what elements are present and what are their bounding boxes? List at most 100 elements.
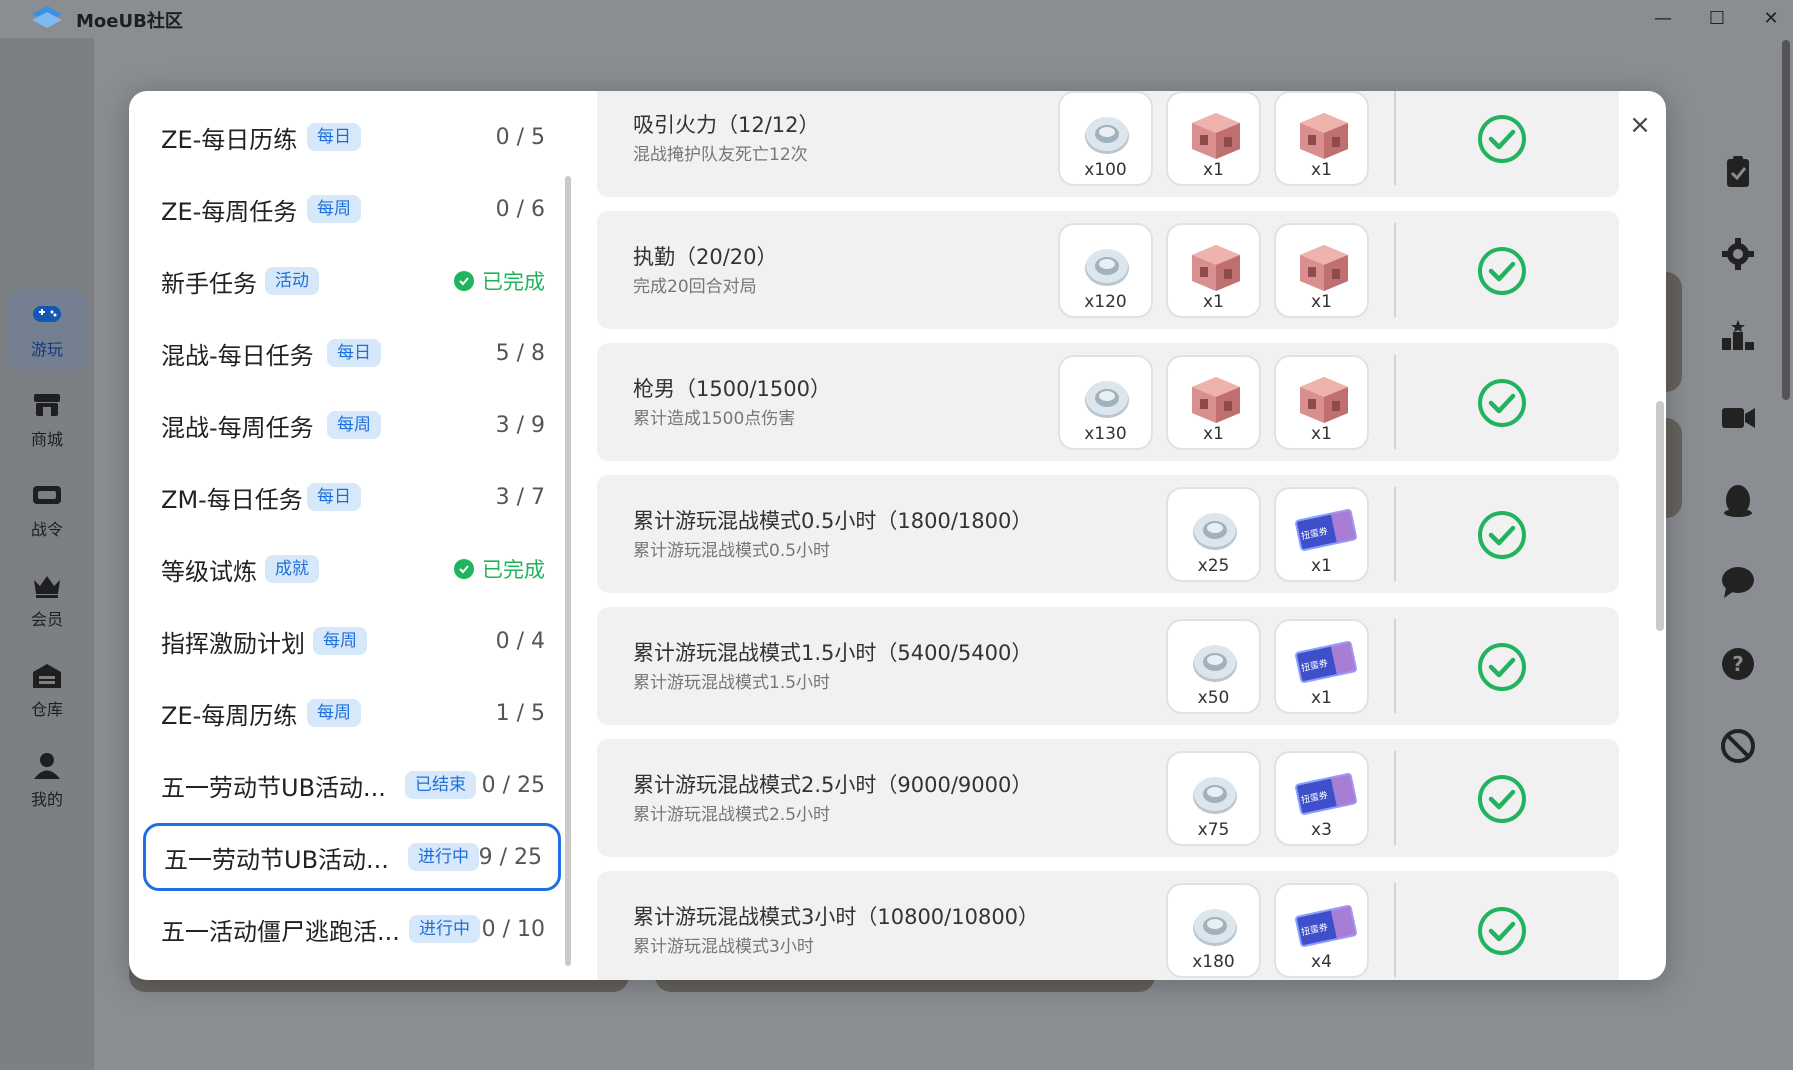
nav-item-label: 我的	[30, 790, 63, 809]
task-row: 累计游玩混战模式2.5小时（9000/9000） 累计游玩混战模式2.5小时 x75…	[597, 739, 1619, 857]
nav-item-4[interactable]: 仓库	[8, 650, 86, 730]
reward-item[interactable]: x1	[1274, 91, 1369, 186]
task-name: 指挥激励计划	[161, 629, 305, 658]
task-item[interactable]: ZE-每周任务 每周 0 / 6	[143, 175, 561, 243]
video-camera-icon[interactable]	[1716, 396, 1760, 440]
completed-check-icon	[1477, 114, 1527, 164]
task-item[interactable]: ZE-每日历练 每日 0 / 5	[143, 103, 561, 171]
reward-item[interactable]: 扭蛋券 x4	[1274, 883, 1369, 978]
nav-item-1[interactable]: 商城	[8, 380, 86, 460]
task-progress: 9 / 25	[478, 844, 542, 870]
help-icon[interactable]: ?	[1716, 642, 1760, 686]
task-item[interactable]: 五一劳动节UB活动... 已结束 0 / 25	[143, 751, 561, 819]
task-type-badge: 进行中	[408, 843, 479, 871]
leaderboard-icon[interactable]	[1716, 314, 1760, 358]
task-row: 累计游玩混战模式3小时（10800/10800） 累计游玩混战模式3小时 x180 扭…	[597, 871, 1619, 980]
nav-item-label: 游玩	[30, 340, 63, 359]
chat-bubble-icon[interactable]	[1716, 560, 1760, 604]
reward-quantity: x130	[1084, 424, 1127, 444]
task-type-badge: 每周	[307, 699, 361, 727]
reward-item[interactable]: 扭蛋券 x3	[1274, 751, 1369, 846]
task-detail-scrollbar[interactable]	[1656, 401, 1664, 631]
completed-check-icon	[1477, 246, 1527, 296]
task-type-badge: 活动	[265, 267, 319, 295]
task-item[interactable]: 混战-每日任务 每日 5 / 8	[143, 319, 561, 387]
task-item[interactable]: 混战-每周任务 每周 3 / 9	[143, 391, 561, 459]
maximize-button[interactable]: ☐	[1697, 4, 1737, 32]
task-item[interactable]: ZM-每日任务 每日 3 / 7	[143, 463, 561, 531]
task-item[interactable]: 新手任务 活动 已完成	[143, 247, 561, 315]
task-row-description: 累计游玩混战模式0.5小时	[633, 541, 831, 561]
nav-item-label: 仓库	[30, 700, 63, 719]
nav-item-2[interactable]: 战令	[8, 470, 86, 550]
nav-item-label: 战令	[30, 520, 63, 539]
task-row-description: 累计造成1500点伤害	[633, 409, 796, 429]
task-list-scrollbar[interactable]	[565, 176, 571, 966]
reward-item[interactable]: x75	[1166, 751, 1261, 846]
reward-item[interactable]: x180	[1166, 883, 1261, 978]
page-scrollbar[interactable]	[1782, 40, 1790, 400]
task-progress: 3 / 7	[495, 484, 545, 510]
task-row: 累计游玩混战模式0.5小时（1800/1800） 累计游玩混战模式0.5小时 x25…	[597, 475, 1619, 593]
nav-item-3[interactable]: 会员	[8, 560, 86, 640]
reward-item[interactable]: x25	[1166, 487, 1261, 582]
reward-item[interactable]: x1	[1166, 355, 1261, 450]
ban-icon[interactable]	[1716, 724, 1760, 768]
task-name: ZM-每日任务	[161, 485, 303, 514]
nav-item-5[interactable]: 我的	[8, 740, 86, 820]
task-item[interactable]: ZE-每周历练 每周 1 / 5	[143, 679, 561, 747]
task-row: 枪男（1500/1500） 累计造成1500点伤害 x130 x1 x1	[597, 343, 1619, 461]
reward-quantity: x1	[1311, 556, 1332, 576]
task-row-title: 吸引火力（12/12）	[633, 113, 820, 137]
task-progress: 0 / 6	[495, 196, 545, 222]
reward-item[interactable]: x50	[1166, 619, 1261, 714]
row-divider	[1394, 883, 1396, 977]
crown-icon	[34, 576, 60, 598]
reward-item[interactable]: x1	[1274, 355, 1369, 450]
task-name: ZE-每周任务	[161, 197, 298, 226]
close-modal-button[interactable]: ×	[1620, 105, 1660, 145]
reward-item[interactable]: x120	[1058, 223, 1153, 318]
gamepad-icon	[33, 306, 61, 322]
completed-check-icon	[1477, 906, 1527, 956]
reward-item[interactable]: x1	[1166, 223, 1261, 318]
task-row: 吸引火力（12/12） 混战掩护队友死亡12次 x100 x1 x1	[597, 91, 1619, 197]
store-icon	[34, 394, 60, 416]
reward-item[interactable]: x1	[1166, 91, 1261, 186]
task-item[interactable]: 指挥激励计划 每周 0 / 4	[143, 607, 561, 675]
reward-quantity: x180	[1192, 952, 1235, 972]
task-type-badge: 进行中	[409, 915, 480, 943]
clipboard-check-icon[interactable]	[1716, 150, 1760, 194]
task-name: 五一活动僵尸逃跑活...	[161, 917, 400, 946]
reward-item[interactable]: 扭蛋券 x1	[1274, 619, 1369, 714]
penguin-icon[interactable]	[1716, 478, 1760, 522]
reward-quantity: x4	[1311, 952, 1332, 972]
task-name: 五一劳动节UB活动...	[164, 845, 389, 874]
task-item[interactable]: 等级试炼 成就 已完成	[143, 535, 561, 603]
nav-item-0[interactable]: 游玩	[8, 290, 86, 370]
completed-check-icon	[1477, 774, 1527, 824]
task-row-title: 累计游玩混战模式3小时（10800/10800）	[633, 905, 1040, 929]
task-row: 执勤（20/20） 完成20回合对局 x120 x1 x1	[597, 211, 1619, 329]
task-progress: 0 / 5	[495, 124, 545, 150]
gear-icon[interactable]	[1716, 232, 1760, 276]
task-name: 混战-每日任务	[161, 341, 314, 370]
task-list: ZE-每日历练 每日 0 / 5 ZE-每周任务 每周 0 / 6 新手任务 活动 已完成 混战-…	[129, 91, 569, 980]
reward-item[interactable]: 扭蛋券 x1	[1274, 487, 1369, 582]
task-item[interactable]: 五一劳动节UB活动... 进行中 9 / 25	[143, 823, 561, 891]
close-window-button[interactable]: ✕	[1751, 4, 1791, 32]
task-type-badge: 成就	[265, 555, 319, 583]
completed-check-icon	[1477, 378, 1527, 428]
row-divider	[1394, 223, 1396, 317]
warehouse-icon	[33, 664, 61, 688]
task-item[interactable]: 五一活动僵尸逃跑活... 进行中 0 / 10	[143, 895, 561, 963]
nav-item-label: 商城	[30, 430, 63, 449]
svg-text:?: ?	[1732, 652, 1744, 676]
reward-item[interactable]: x100	[1058, 91, 1153, 186]
reward-item[interactable]: x1	[1274, 223, 1369, 318]
minimize-button[interactable]: —	[1643, 4, 1683, 32]
reward-item[interactable]: x130	[1058, 355, 1153, 450]
check-circle-icon	[454, 271, 474, 291]
row-divider	[1394, 355, 1396, 449]
task-completed-status: 已完成	[454, 554, 545, 584]
